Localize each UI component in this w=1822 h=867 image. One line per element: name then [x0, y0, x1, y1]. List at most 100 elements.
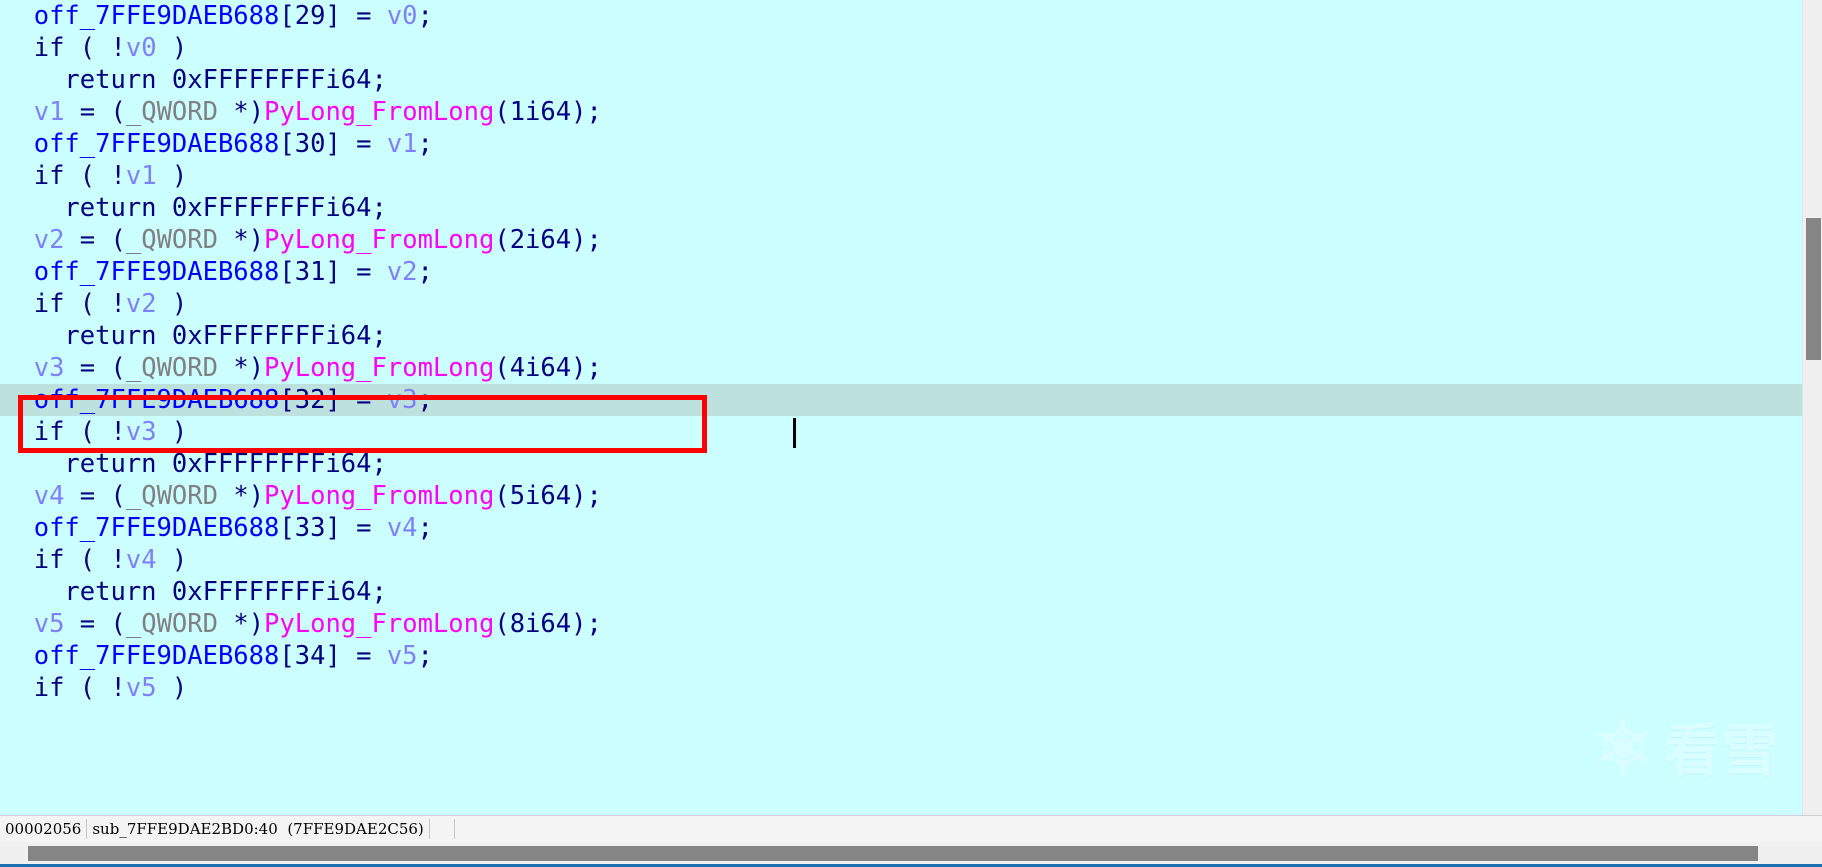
- code-token-var[interactable]: v2: [34, 225, 65, 255]
- ida-pseudocode-window: off_7FFE9DAEB688[29] = v0; if ( !v0 ) re…: [0, 0, 1822, 867]
- code-line[interactable]: return 0xFFFFFFFFi64;: [0, 320, 1802, 352]
- code-line-text: off_7FFE9DAEB688[32] = v3;: [3, 385, 433, 415]
- code-line-text: v1 = (_QWORD *)PyLong_FromLong(1i64);: [3, 97, 602, 127]
- code-token-var[interactable]: v0: [126, 33, 157, 63]
- code-line[interactable]: return 0xFFFFFFFFi64;: [0, 448, 1802, 480]
- code-token-var[interactable]: v3: [387, 385, 418, 415]
- code-token-plain: (5i64);: [494, 481, 602, 511]
- code-token-var[interactable]: v3: [126, 417, 157, 447]
- code-token-var[interactable]: v5: [34, 609, 65, 639]
- code-line-text: v2 = (_QWORD *)PyLong_FromLong(2i64);: [3, 225, 602, 255]
- vertical-scrollbar[interactable]: [1802, 0, 1822, 815]
- code-token-plain: [31] =: [279, 257, 387, 287]
- code-token-plain: = (: [64, 481, 126, 511]
- code-token-plain: ;: [417, 385, 433, 415]
- code-token-type[interactable]: _QWORD: [126, 225, 218, 255]
- code-line[interactable]: v4 = (_QWORD *)PyLong_FromLong(5i64);: [0, 480, 1802, 512]
- code-token-var[interactable]: v5: [126, 673, 157, 703]
- code-token-gvar[interactable]: off_7FFE9DAEB688: [34, 641, 280, 671]
- code-line-list: off_7FFE9DAEB688[29] = v0; if ( !v0 ) re…: [0, 0, 1802, 704]
- code-line[interactable]: if ( !v1 ): [0, 160, 1802, 192]
- status-spacer: [430, 819, 455, 839]
- code-token-plain: ): [156, 33, 188, 63]
- code-line[interactable]: if ( !v0 ): [0, 32, 1802, 64]
- code-token-var[interactable]: v4: [126, 545, 157, 575]
- code-token-var[interactable]: v3: [34, 353, 65, 383]
- code-token-var[interactable]: v2: [126, 289, 157, 319]
- code-token-func[interactable]: PyLong_FromLong: [264, 353, 494, 383]
- code-token-plain: if ( !: [33, 545, 126, 575]
- code-line-text: off_7FFE9DAEB688[30] = v1;: [3, 129, 433, 159]
- code-line-text: if ( !v2 ): [3, 289, 188, 319]
- horizontal-scrollbar[interactable]: [0, 842, 1822, 864]
- code-token-plain: return 0xFFFFFFFFi64;: [64, 193, 387, 223]
- code-token-var[interactable]: v1: [387, 129, 418, 159]
- code-token-gvar[interactable]: off_7FFE9DAEB688: [34, 385, 280, 415]
- code-token-plain: return 0xFFFFFFFFi64;: [64, 449, 387, 479]
- code-token-type[interactable]: _QWORD: [126, 481, 218, 511]
- horizontal-scrollbar-thumb[interactable]: [28, 846, 1758, 861]
- code-token-var[interactable]: v4: [387, 513, 418, 543]
- code-token-type[interactable]: _QWORD: [126, 97, 218, 127]
- code-line[interactable]: v5 = (_QWORD *)PyLong_FromLong(8i64);: [0, 608, 1802, 640]
- code-line-text: v3 = (_QWORD *)PyLong_FromLong(4i64);: [3, 353, 602, 383]
- code-token-var[interactable]: v5: [387, 641, 418, 671]
- code-line[interactable]: v3 = (_QWORD *)PyLong_FromLong(4i64);: [0, 352, 1802, 384]
- code-token-func[interactable]: PyLong_FromLong: [264, 97, 494, 127]
- code-token-plain: *): [217, 609, 265, 639]
- code-token-plain: ): [156, 161, 188, 191]
- code-token-var[interactable]: v0: [387, 1, 418, 31]
- code-line[interactable]: if ( !v5 ): [0, 672, 1802, 704]
- code-line-text: off_7FFE9DAEB688[31] = v2;: [3, 257, 433, 287]
- code-token-plain: *): [217, 97, 265, 127]
- code-token-type[interactable]: _QWORD: [126, 609, 218, 639]
- watermark: 看雪: [1592, 706, 1780, 787]
- status-address-text: (7FFE9DAE2C56): [287, 820, 424, 838]
- code-token-gvar[interactable]: off_7FFE9DAEB688: [34, 257, 280, 287]
- code-line[interactable]: v2 = (_QWORD *)PyLong_FromLong(2i64);: [0, 224, 1802, 256]
- code-token-func[interactable]: PyLong_FromLong: [264, 225, 494, 255]
- code-line[interactable]: off_7FFE9DAEB688[30] = v1;: [0, 128, 1802, 160]
- code-token-var[interactable]: v4: [34, 481, 65, 511]
- code-line-highlighted[interactable]: off_7FFE9DAEB688[32] = v3;: [0, 384, 1802, 416]
- code-token-plain: if ( !: [33, 289, 126, 319]
- code-line-text: if ( !v4 ): [3, 545, 188, 575]
- code-token-gvar[interactable]: off_7FFE9DAEB688: [34, 513, 280, 543]
- code-line[interactable]: if ( !v2 ): [0, 288, 1802, 320]
- code-line-text: return 0xFFFFFFFFi64;: [3, 449, 387, 479]
- code-token-plain: *): [217, 225, 265, 255]
- code-token-plain: ): [156, 673, 188, 703]
- code-line[interactable]: off_7FFE9DAEB688[33] = v4;: [0, 512, 1802, 544]
- code-token-plain: = (: [64, 609, 126, 639]
- code-token-var[interactable]: v1: [34, 97, 65, 127]
- code-line[interactable]: off_7FFE9DAEB688[31] = v2;: [0, 256, 1802, 288]
- code-line[interactable]: off_7FFE9DAEB688[29] = v0;: [0, 0, 1802, 32]
- vertical-scrollbar-thumb[interactable]: [1806, 218, 1821, 360]
- code-token-plain: return 0xFFFFFFFFi64;: [64, 321, 387, 351]
- status-bar: 00002056 sub_7FFE9DAE2BD0:40 (7FFE9DAE2C…: [0, 815, 1822, 842]
- code-line[interactable]: if ( !v4 ): [0, 544, 1802, 576]
- code-token-func[interactable]: PyLong_FromLong: [264, 609, 494, 639]
- code-token-func[interactable]: PyLong_FromLong: [264, 481, 494, 511]
- code-line[interactable]: if ( !v3 ): [0, 416, 1802, 448]
- code-line[interactable]: return 0xFFFFFFFFi64;: [0, 64, 1802, 96]
- code-line-text: if ( !v5 ): [3, 673, 188, 703]
- code-line[interactable]: return 0xFFFFFFFFi64;: [0, 576, 1802, 608]
- code-token-gvar[interactable]: off_7FFE9DAEB688: [34, 129, 280, 159]
- code-token-type[interactable]: _QWORD: [126, 353, 218, 383]
- code-token-var[interactable]: v2: [387, 257, 418, 287]
- code-token-plain: return 0xFFFFFFFFi64;: [64, 65, 387, 95]
- pseudocode-text-area[interactable]: off_7FFE9DAEB688[29] = v0; if ( !v0 ) re…: [0, 0, 1802, 815]
- code-token-gvar[interactable]: off_7FFE9DAEB688: [34, 1, 280, 31]
- code-line[interactable]: return 0xFFFFFFFFi64;: [0, 192, 1802, 224]
- code-token-plain: ): [156, 417, 188, 447]
- code-token-var[interactable]: v1: [126, 161, 157, 191]
- code-line[interactable]: v1 = (_QWORD *)PyLong_FromLong(1i64);: [0, 96, 1802, 128]
- code-line[interactable]: off_7FFE9DAEB688[34] = v5;: [0, 640, 1802, 672]
